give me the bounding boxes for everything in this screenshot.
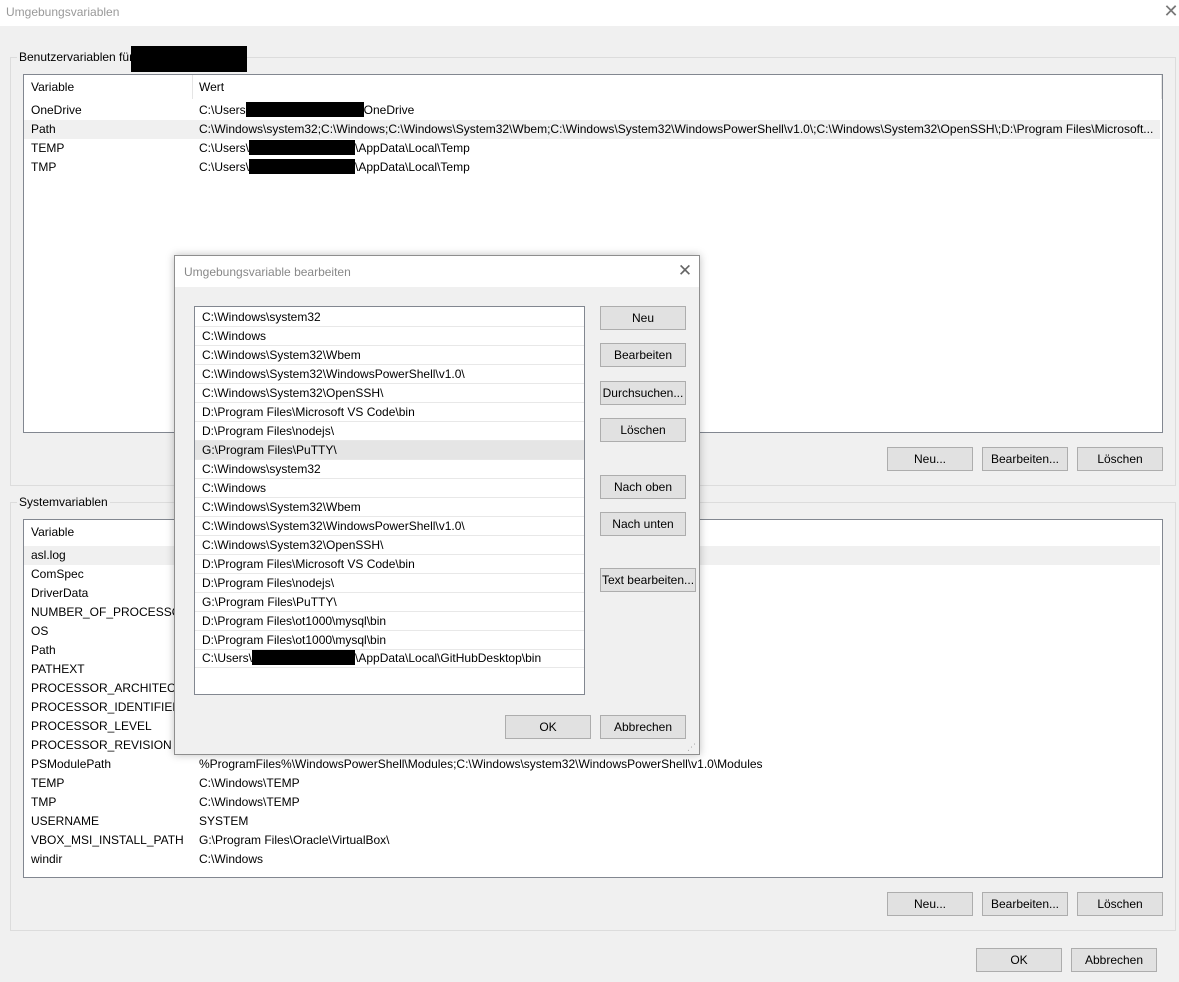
edit-variable-dialog: Umgebungsvariable bearbeiten ✕ C:\Window…	[174, 255, 700, 755]
variable-value: C:\Windows	[199, 852, 264, 866]
variable-name: PROCESSOR_REVISION	[31, 738, 172, 752]
column-header-variable[interactable]: Variable	[24, 520, 191, 544]
column-header-variable[interactable]: Variable	[24, 75, 191, 99]
list-item[interactable]: C:\Windows	[195, 327, 584, 346]
variable-name: TMP	[31, 795, 57, 809]
list-item[interactable]: C:\Windows	[195, 479, 584, 498]
dialog-ok-button[interactable]: OK	[505, 715, 591, 739]
list-item[interactable]: C:\Windows\System32\OpenSSH\	[195, 384, 584, 403]
window-close-icon[interactable]: ✕	[1163, 1, 1179, 21]
table-row[interactable]: windir C:\Windows	[24, 850, 1160, 869]
variable-name: asl.log	[31, 548, 66, 562]
variable-value: C:\Windows\system32;C:\Windows;C:\Window…	[199, 122, 1154, 136]
list-item[interactable]: D:\Program Files\Microsoft VS Code\bin	[195, 555, 584, 574]
variable-name: OneDrive	[31, 103, 82, 117]
redacted-username	[252, 650, 356, 665]
move-up-button[interactable]: Nach oben	[600, 475, 686, 499]
system-new-button[interactable]: Neu...	[887, 892, 973, 916]
variable-value: C:\Users OneDrive	[199, 102, 415, 117]
system-edit-button[interactable]: Bearbeiten...	[982, 892, 1068, 916]
window-titlebar	[0, 0, 1179, 26]
dialog-close-icon[interactable]: ✕	[675, 261, 695, 281]
path-edit-button[interactable]: Bearbeiten	[600, 343, 686, 367]
system-variables-label: Systemvariablen	[17, 495, 110, 509]
table-row[interactable]: VBOX_MSI_INSTALL_PATH G:\Program Files\Or…	[24, 831, 1160, 850]
variable-value: C:\Windows\TEMP	[199, 776, 300, 790]
redacted-username	[249, 159, 356, 174]
user-edit-button[interactable]: Bearbeiten...	[982, 447, 1068, 471]
variable-name: OS	[31, 624, 49, 638]
column-header-value[interactable]: Wert	[192, 75, 1099, 99]
list-item[interactable]: G:\Program Files\PuTTY\	[195, 441, 584, 460]
list-item[interactable]: D:\Program Files\nodejs\	[195, 422, 584, 441]
table-row[interactable]: TEMP C:\Users\ \AppData\Local\Temp	[24, 139, 1160, 158]
list-item[interactable]: C:\Windows\System32\Wbem	[195, 346, 584, 365]
variable-name: Path	[31, 643, 56, 657]
dialog-title: Umgebungsvariable bearbeiten	[184, 265, 351, 279]
system-delete-button[interactable]: Löschen	[1077, 892, 1163, 916]
variable-name: PROCESSOR_LEVEL	[31, 719, 152, 733]
redacted-username	[249, 140, 356, 155]
ok-button[interactable]: OK	[976, 948, 1062, 972]
variable-value: C:\Windows\TEMP	[199, 795, 300, 809]
resize-grip-icon[interactable]: ⋰	[687, 742, 697, 752]
variable-name: windir	[31, 852, 63, 866]
table-row[interactable]: TEMP C:\Windows\TEMP	[24, 774, 1160, 793]
variable-value: %ProgramFiles%\WindowsPowerShell\Modules…	[199, 757, 763, 771]
variable-name: TEMP	[31, 776, 65, 790]
variable-name: NUMBER_OF_PROCESSORS	[31, 605, 191, 619]
variable-name: TEMP	[31, 141, 65, 155]
variable-name: VBOX_MSI_INSTALL_PATH	[31, 833, 184, 847]
variable-name: TMP	[31, 160, 57, 174]
table-row[interactable]: USERNAME SYSTEM	[24, 812, 1160, 831]
list-item[interactable]: C:\Windows\System32\WindowsPowerShell\v1…	[195, 365, 584, 384]
variable-name: PROCESSOR_ARCHITECTURE	[31, 681, 191, 695]
table-row[interactable]: OneDrive C:\Users OneDrive	[24, 101, 1160, 120]
list-item[interactable]: C:\Windows\system32	[195, 460, 584, 479]
variable-value: C:\Users\ \AppData\Local\Temp	[199, 159, 470, 174]
variable-name: Path	[31, 122, 56, 136]
path-delete-button[interactable]: Löschen	[600, 418, 686, 442]
variable-value: G:\Program Files\Oracle\VirtualBox\	[199, 833, 390, 847]
variable-name: PROCESSOR_IDENTIFIER	[31, 700, 182, 714]
variable-value: SYSTEM	[199, 814, 249, 828]
table-row[interactable]: TMP C:\Users\ \AppData\Local\Temp	[24, 158, 1160, 177]
list-item[interactable]: C:\Windows\system32	[195, 308, 584, 327]
window-title: Umgebungsvariablen	[6, 5, 120, 19]
edit-text-button[interactable]: Text bearbeiten...	[600, 568, 696, 592]
list-item[interactable]: C:\Users\ \AppData\Local\GitHubDesktop\bi…	[195, 649, 584, 668]
variable-name: DriverData	[31, 586, 89, 600]
list-item[interactable]: D:\Program Files\Microsoft VS Code\bin	[195, 403, 584, 422]
variable-name: PSModulePath	[31, 757, 112, 771]
user-variables-label: Benutzervariablen für	[17, 50, 136, 64]
table-row[interactable]: Path C:\Windows\system32;C:\Windows;C:\W…	[24, 120, 1160, 139]
user-delete-button[interactable]: Löschen	[1077, 447, 1163, 471]
redacted-username	[245, 102, 364, 117]
cancel-button[interactable]: Abbrechen	[1071, 948, 1157, 972]
list-item[interactable]: C:\Windows\System32\WindowsPowerShell\v1…	[195, 517, 584, 536]
column-separator[interactable]	[1161, 75, 1162, 99]
variable-name: ComSpec	[31, 567, 84, 581]
list-item[interactable]: C:\Windows\System32\Wbem	[195, 498, 584, 517]
list-item[interactable]: D:\Program Files\ot1000\mysql\bin	[195, 631, 584, 650]
table-row[interactable]: TMP C:\Windows\TEMP	[24, 793, 1160, 812]
list-item[interactable]: C:\Windows\System32\OpenSSH\	[195, 536, 584, 555]
variable-name: USERNAME	[31, 814, 100, 828]
list-item[interactable]: D:\Program Files\nodejs\	[195, 574, 584, 593]
move-down-button[interactable]: Nach unten	[600, 512, 686, 536]
variable-value: C:\Users\ \AppData\Local\Temp	[199, 140, 470, 155]
path-new-button[interactable]: Neu	[600, 306, 686, 330]
redacted-username	[131, 46, 247, 72]
table-row[interactable]: PSModulePath %ProgramFiles%\WindowsPowerS…	[24, 755, 1160, 774]
list-item[interactable]: D:\Program Files\ot1000\mysql\bin	[195, 612, 584, 631]
user-new-button[interactable]: Neu...	[887, 447, 973, 471]
path-browse-button[interactable]: Durchsuchen...	[600, 381, 686, 405]
list-item[interactable]: G:\Program Files\PuTTY\	[195, 593, 584, 612]
path-list[interactable]: C:\Windows\system32 C:\Windows C:\Windows\…	[194, 306, 585, 695]
dialog-cancel-button[interactable]: Abbrechen	[600, 715, 686, 739]
variable-name: PATHEXT	[31, 662, 85, 676]
